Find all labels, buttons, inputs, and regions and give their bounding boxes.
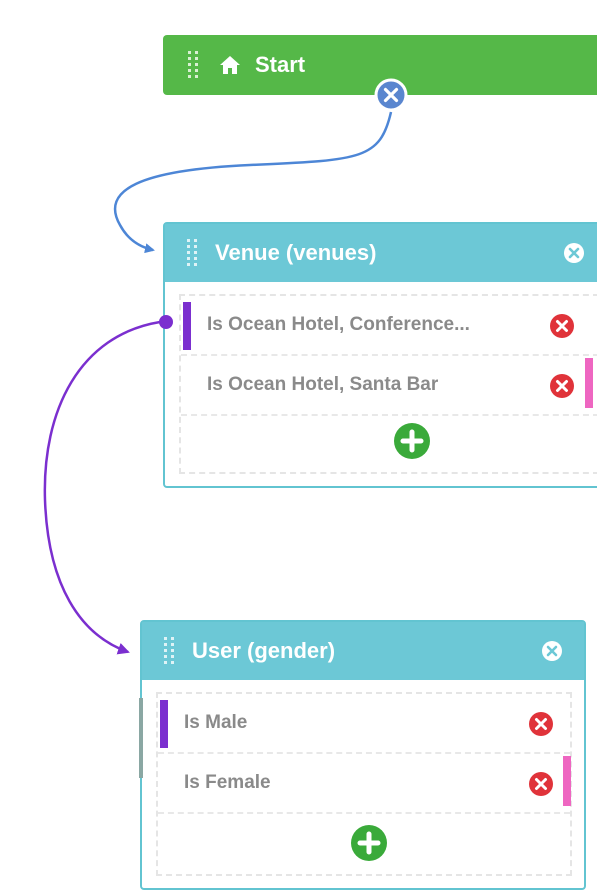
rule-label: Is Ocean Hotel, Santa Bar: [207, 374, 439, 395]
remove-rule-icon[interactable]: [528, 711, 554, 737]
venue-group-card[interactable]: Venue (venues) Is Ocean Hotel, Conferenc…: [163, 222, 597, 488]
drag-handle-icon[interactable]: [188, 51, 200, 79]
drag-handle-icon[interactable]: [187, 239, 199, 267]
remove-group-icon[interactable]: [541, 640, 563, 662]
rule-row[interactable]: Is Female: [158, 754, 571, 814]
venue-group-title: Venue (venues): [215, 240, 377, 265]
rule-connector-handle[interactable]: [563, 756, 571, 806]
drop-indicator: [139, 698, 143, 778]
rule-row[interactable]: Is Male: [158, 694, 570, 754]
venue-rules-list: Is Ocean Hotel, Conference... Is Ocean H…: [179, 294, 597, 474]
add-rule-button[interactable]: [393, 422, 431, 460]
user-rules-list: Is Male Is Female: [156, 692, 572, 876]
venue-to-user-connector: [43, 320, 161, 655]
start-output-port-remove-icon[interactable]: [374, 78, 408, 112]
remove-group-icon[interactable]: [563, 242, 585, 264]
start-title: Start: [255, 52, 306, 77]
rule-connector-handle[interactable]: [160, 700, 168, 748]
drag-handle-icon[interactable]: [164, 637, 176, 665]
add-rule-button[interactable]: [350, 824, 388, 862]
remove-rule-icon[interactable]: [549, 313, 575, 339]
rule-label: Is Male: [184, 712, 248, 733]
venue-group-header[interactable]: Venue (venues): [165, 224, 597, 282]
user-group-card[interactable]: User (gender) Is Male Is Female: [139, 620, 586, 890]
remove-rule-icon[interactable]: [528, 771, 554, 797]
user-group-title: User (gender): [192, 638, 336, 663]
rule-row[interactable]: Is Ocean Hotel, Santa Bar: [181, 356, 597, 416]
rule-connector-handle[interactable]: [183, 302, 191, 350]
rule-connector-handle[interactable]: [585, 358, 593, 408]
remove-rule-icon[interactable]: [549, 373, 575, 399]
rule-label: Is Ocean Hotel, Conference...: [207, 314, 470, 335]
user-group-header[interactable]: User (gender): [142, 622, 584, 680]
home-icon: [220, 56, 240, 74]
rule-row[interactable]: Is Ocean Hotel, Conference...: [181, 296, 597, 356]
rule-label: Is Female: [184, 772, 271, 793]
